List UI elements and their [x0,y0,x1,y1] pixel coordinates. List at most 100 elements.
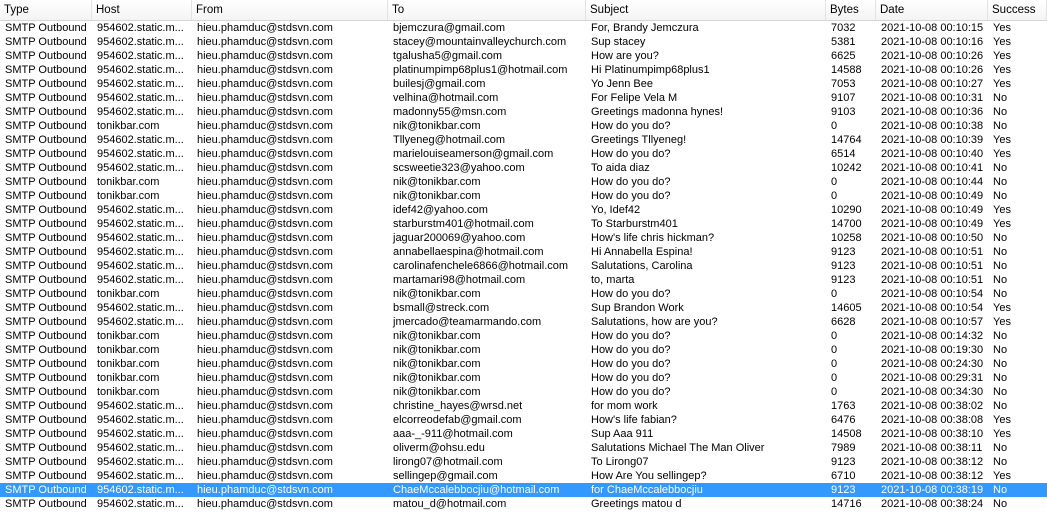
table-row[interactable]: SMTP Outbound 954602.static.m... hieu.pham… [0,21,1047,35]
column-header-from[interactable]: From [192,0,388,20]
cell-type: SMTP Outbound [5,400,87,412]
cell-date: 2021-10-08 00:10:39 [881,134,984,146]
cell-date: 2021-10-08 00:10:49 [881,190,984,202]
table-row[interactable]: SMTP Outbound 954602.static.m... hieu.pham… [0,91,1047,105]
cell-bytes: 14764 [831,134,862,146]
table-row[interactable]: SMTP Outbound 954602.static.m... hieu.pham… [0,455,1047,469]
cell-bytes: 0 [831,288,838,300]
table-row[interactable]: SMTP Outbound 954602.static.m... hieu.pham… [0,441,1047,455]
table-row[interactable]: SMTP Outbound 954602.static.m... hieu.pham… [0,133,1047,147]
cell-bytes: 6628 [831,316,856,328]
cell-date: 2021-10-08 00:38:24 [881,498,984,510]
cell-host: 954602.static.m... [97,218,184,230]
cell-to: matou_d@hotmail.com [393,498,507,510]
cell-host: tonikbar.com [97,330,160,342]
cell-host: 954602.static.m... [97,92,184,104]
cell-success: No [993,232,1008,244]
cell-success: Yes [993,470,1011,482]
cell-bytes: 0 [831,176,838,188]
cell-bytes: 0 [831,120,838,132]
cell-subject: To Starburstm401 [591,218,678,230]
table-row[interactable]: SMTP Outbound 954602.static.m... hieu.pham… [0,413,1047,427]
cell-from: hieu.phamduc@stdsvn.com [197,50,333,62]
cell-to: carolinafenchele6866@hotmail.com [393,260,569,272]
cell-subject: How do you do? [591,288,671,300]
cell-success: No [993,484,1008,496]
cell-subject: How do you do? [591,176,671,188]
table-row[interactable]: SMTP Outbound tonikbar.com hieu.phamduc@st… [0,371,1047,385]
table-row[interactable]: SMTP Outbound tonikbar.com hieu.phamduc@st… [0,119,1047,133]
cell-host: 954602.static.m... [97,64,184,76]
table-row[interactable]: SMTP Outbound 954602.static.m... hieu.pham… [0,483,1047,497]
cell-subject: Greetings Tllyeneg! [591,134,687,146]
table-row[interactable]: SMTP Outbound tonikbar.com hieu.phamduc@st… [0,189,1047,203]
cell-date: 2021-10-08 00:10:26 [881,64,984,76]
cell-to: idef42@yahoo.com [393,204,488,216]
table-row[interactable]: SMTP Outbound 954602.static.m... hieu.pham… [0,49,1047,63]
cell-success: No [993,190,1008,202]
cell-type: SMTP Outbound [5,92,87,104]
cell-bytes: 7053 [831,78,856,90]
cell-host: tonikbar.com [97,344,160,356]
table-row[interactable]: SMTP Outbound 954602.static.m... hieu.pham… [0,35,1047,49]
cell-type: SMTP Outbound [5,22,87,34]
cell-success: Yes [993,36,1011,48]
cell-date: 2021-10-08 00:10:41 [881,162,984,174]
table-row[interactable]: SMTP Outbound tonikbar.com hieu.phamduc@st… [0,385,1047,399]
cell-host: 954602.static.m... [97,162,184,174]
table-row[interactable]: SMTP Outbound 954602.static.m... hieu.pham… [0,259,1047,273]
table-row[interactable]: SMTP Outbound tonikbar.com hieu.phamduc@st… [0,329,1047,343]
table-row[interactable]: SMTP Outbound 954602.static.m... hieu.pham… [0,497,1047,511]
cell-subject: to, marta [591,274,635,286]
cell-type: SMTP Outbound [5,372,87,384]
table-row[interactable]: SMTP Outbound 954602.static.m... hieu.pham… [0,217,1047,231]
cell-bytes: 7032 [831,22,856,34]
table-row[interactable]: SMTP Outbound 954602.static.m... hieu.pham… [0,469,1047,483]
cell-date: 2021-10-08 00:10:16 [881,36,984,48]
table-row[interactable]: SMTP Outbound 954602.static.m... hieu.pham… [0,77,1047,91]
table-row[interactable]: SMTP Outbound 954602.static.m... hieu.pham… [0,315,1047,329]
cell-to: nik@tonikbar.com [393,330,481,342]
cell-type: SMTP Outbound [5,36,87,48]
table-row[interactable]: SMTP Outbound 954602.static.m... hieu.pham… [0,161,1047,175]
cell-subject: For, Brandy Jemczura [591,22,699,34]
cell-bytes: 5381 [831,36,856,48]
table-row[interactable]: SMTP Outbound tonikbar.com hieu.phamduc@st… [0,357,1047,371]
cell-bytes: 10258 [831,232,862,244]
table-row[interactable]: SMTP Outbound 954602.static.m... hieu.pham… [0,63,1047,77]
table-row[interactable]: SMTP Outbound 954602.static.m... hieu.pham… [0,301,1047,315]
table-row[interactable]: SMTP Outbound 954602.static.m... hieu.pham… [0,273,1047,287]
cell-success: Yes [993,64,1011,76]
column-header-date[interactable]: Date [876,0,988,20]
cell-host: 954602.static.m... [97,442,184,454]
column-header-bytes[interactable]: Bytes [826,0,876,20]
cell-host: tonikbar.com [97,358,160,370]
cell-to: oliverm@ohsu.edu [393,442,485,454]
cell-date: 2021-10-08 00:19:30 [881,344,984,356]
column-header-subject[interactable]: Subject [586,0,826,20]
table-row[interactable]: SMTP Outbound 954602.static.m... hieu.pham… [0,105,1047,119]
cell-to: sellingep@gmail.com [393,470,498,482]
table-row[interactable]: SMTP Outbound 954602.static.m... hieu.pham… [0,231,1047,245]
column-header-success[interactable]: Success [988,0,1047,20]
column-header-to[interactable]: To [388,0,586,20]
table-row[interactable]: SMTP Outbound 954602.static.m... hieu.pham… [0,427,1047,441]
table-row[interactable]: SMTP Outbound tonikbar.com hieu.phamduc@st… [0,175,1047,189]
table-row[interactable]: SMTP Outbound 954602.static.m... hieu.pham… [0,147,1047,161]
cell-subject: How do you do? [591,358,671,370]
cell-success: Yes [993,50,1011,62]
table-row[interactable]: SMTP Outbound 954602.static.m... hieu.pham… [0,203,1047,217]
cell-from: hieu.phamduc@stdsvn.com [197,428,333,440]
cell-to: lirong07@hotmail.com [393,456,503,468]
cell-from: hieu.phamduc@stdsvn.com [197,260,333,272]
table-row[interactable]: SMTP Outbound tonikbar.com hieu.phamduc@st… [0,287,1047,301]
cell-bytes: 0 [831,372,838,384]
table-row[interactable]: SMTP Outbound tonikbar.com hieu.phamduc@st… [0,343,1047,357]
column-header-host[interactable]: Host [92,0,192,20]
table-row[interactable]: SMTP Outbound 954602.static.m... hieu.pham… [0,245,1047,259]
table-row[interactable]: SMTP Outbound 954602.static.m... hieu.pham… [0,399,1047,413]
cell-success: Yes [993,204,1011,216]
cell-date: 2021-10-08 00:10:38 [881,120,984,132]
cell-success: No [993,162,1008,174]
column-header-type[interactable]: Type [0,0,92,20]
